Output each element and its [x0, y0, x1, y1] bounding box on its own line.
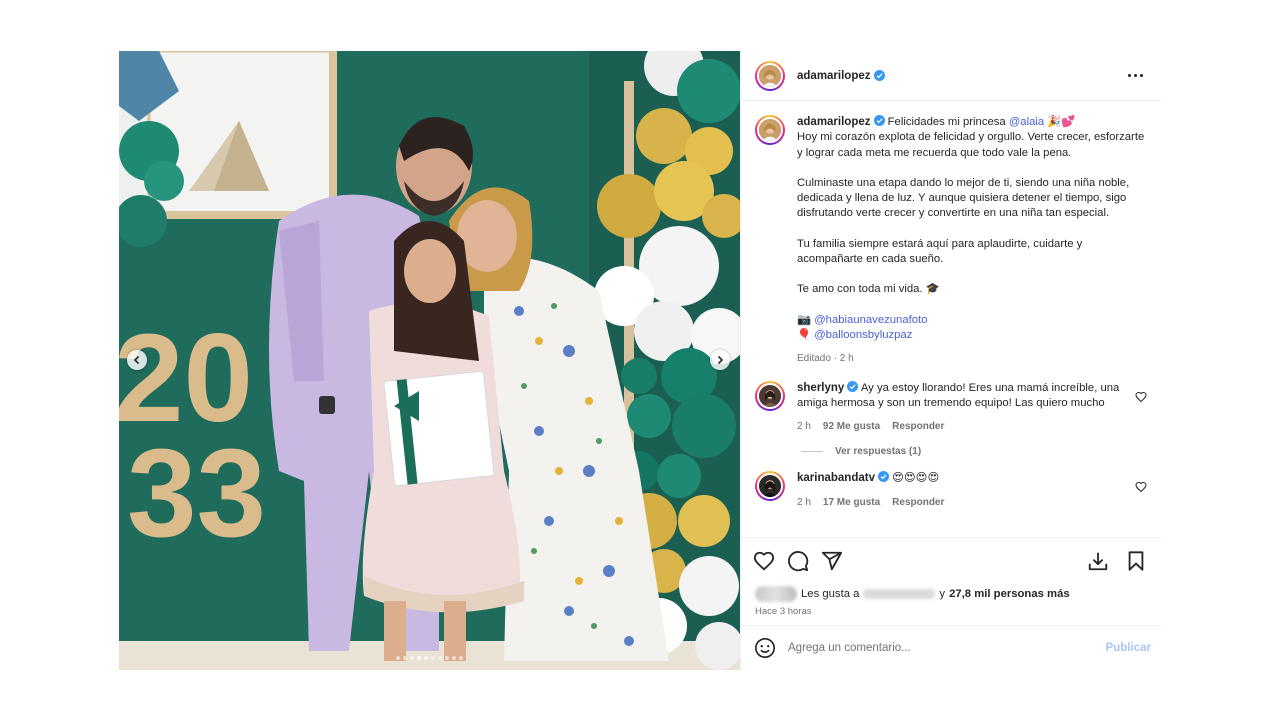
caption-edited-time: Editado · 2 h [797, 353, 854, 365]
comment-time: 2 h [797, 421, 811, 433]
likes-count[interactable]: 27,8 mil personas más [949, 588, 1070, 600]
author-avatar[interactable] [755, 60, 785, 91]
carousel-dot [445, 656, 449, 660]
post-media-carousel[interactable]: 20 33 [119, 51, 740, 670]
commenter-avatar[interactable] [755, 471, 785, 502]
liker-name-blurred [863, 589, 936, 599]
commenter-username[interactable]: karinabandatv [797, 472, 875, 484]
likes-connector: y [939, 588, 946, 600]
big-year-bottom: 33 [127, 424, 266, 563]
caption-paragraph-2: Culminaste una etapa dando lo mejor de t… [797, 176, 1130, 220]
emoji-smiley-icon[interactable] [754, 637, 776, 659]
caption-paragraph-3: Tu familia siempre estará aquí para apla… [797, 237, 1083, 266]
post-time-ago: Hace 3 horas [741, 604, 1161, 626]
instagram-post: 20 33 adamarilopez adamarilopez Felicida… [119, 51, 1161, 670]
post-actions-bar [741, 538, 1161, 584]
view-replies-button[interactable]: Ver respuestas (1) [801, 446, 1147, 457]
post-caption: adamarilopez Felicidades mi princesa @al… [755, 115, 1147, 367]
verified-badge-icon [877, 471, 889, 483]
carousel-dot [417, 656, 421, 660]
verified-badge-icon [847, 380, 859, 392]
chevron-left-icon [133, 355, 140, 365]
comments-section: adamarilopez Felicidades mi princesa @al… [741, 101, 1161, 538]
carousel-indicator [119, 656, 740, 660]
comment-time: 2 h [797, 496, 811, 508]
comment: karinabandatv 😍😍😍😍 2 h 17 Me gusta Respond… [755, 471, 1147, 510]
post-header: adamarilopez [741, 51, 1161, 101]
caption-mention-link[interactable]: @alaia [1009, 116, 1044, 128]
reply-button[interactable]: Responder [892, 421, 944, 432]
comment-input[interactable] [788, 642, 1106, 654]
chevron-right-icon [717, 355, 724, 365]
more-options-button[interactable] [1124, 70, 1147, 81]
carousel-dot [452, 656, 456, 660]
caption-line1: Felicidades mi princesa [887, 116, 1009, 128]
likes-summary[interactable]: Les gusta a y 27,8 mil personas más [741, 584, 1161, 604]
reply-button[interactable]: Responder [892, 497, 944, 508]
carousel-dot [403, 656, 407, 660]
share-paper-plane-icon[interactable] [821, 550, 843, 572]
comment-text: Ay ya estoy llorando! Eres una mamá incr… [797, 381, 1120, 409]
carousel-dot [431, 656, 435, 660]
commenter-username[interactable]: sherlyny [797, 382, 844, 394]
carousel-dot [396, 656, 400, 660]
carousel-dot [410, 656, 414, 660]
comment-text: 😍😍😍😍 [892, 472, 940, 485]
post-photo: 20 33 [119, 51, 740, 670]
caption-line1-emoji: 🎉💕 [1044, 116, 1076, 128]
balloon-icon: 🎈 [797, 328, 812, 341]
like-comment-icon[interactable] [1135, 391, 1147, 403]
post-side-panel: adamarilopez adamarilopez Felicidades mi… [740, 51, 1161, 670]
commenter-avatar[interactable] [755, 380, 785, 411]
carousel-previous-button[interactable] [127, 350, 147, 370]
carousel-dot [438, 656, 442, 660]
comment-likes-count[interactable]: 92 Me gusta [823, 421, 880, 432]
like-heart-icon[interactable] [753, 550, 775, 572]
camera-icon: 📷 [797, 313, 812, 326]
photographer-credit-link[interactable]: @habiaunavezunafoto [814, 314, 927, 326]
publish-comment-button[interactable]: Publicar [1106, 642, 1151, 654]
caption-paragraph-4: Te amo con toda mi vida. 🎓 [797, 283, 940, 296]
liker-avatars-blurred [755, 586, 797, 602]
balloons-credit-link[interactable]: @balloonsbyluzpaz [814, 329, 912, 341]
comment: sherlyny Ay ya estoy llorando! Eres una … [755, 380, 1147, 435]
add-comment-bar: Publicar [741, 626, 1161, 670]
likes-prefix: Les gusta a [801, 588, 860, 600]
view-replies-label: Ver respuestas (1) [835, 446, 922, 458]
carousel-next-button[interactable] [710, 350, 730, 370]
verified-badge-icon [873, 115, 885, 126]
caption-username[interactable]: adamarilopez [797, 116, 871, 128]
carousel-dot [424, 656, 428, 660]
download-icon[interactable] [1087, 550, 1109, 572]
author-username[interactable]: adamarilopez [797, 70, 871, 82]
comment-bubble-icon[interactable] [787, 550, 809, 572]
verified-badge-icon [873, 70, 885, 81]
caption-author-avatar[interactable] [755, 115, 785, 145]
comment-likes-count[interactable]: 17 Me gusta [823, 497, 880, 508]
save-bookmark-icon[interactable] [1125, 550, 1147, 572]
caption-paragraph-1: Hoy mi corazón explota de felicidad y or… [797, 131, 1145, 159]
carousel-dot [459, 656, 463, 660]
like-comment-icon[interactable] [1135, 481, 1147, 493]
